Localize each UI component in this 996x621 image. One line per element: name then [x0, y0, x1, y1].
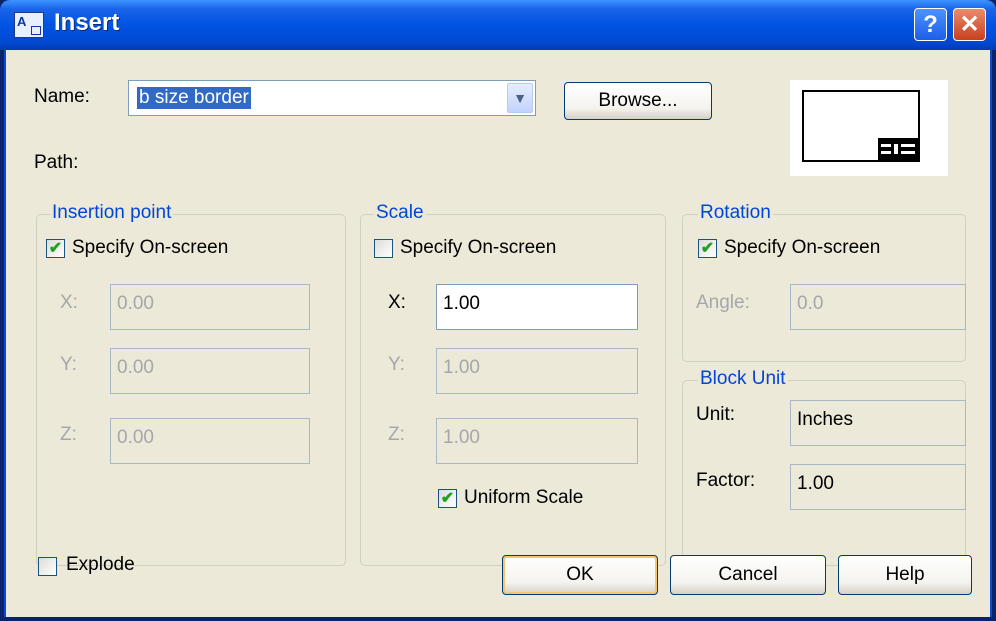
insertion-x-field[interactable]: 0.00	[110, 284, 310, 330]
insertion-y-field[interactable]: 0.00	[110, 348, 310, 394]
ok-button[interactable]: OK	[502, 555, 658, 595]
help-button[interactable]: Help	[838, 555, 972, 595]
window-title: Insert	[54, 9, 120, 36]
path-label: Path:	[34, 152, 79, 173]
name-value: b size border	[137, 87, 251, 109]
close-button[interactable]: ✕	[953, 8, 986, 41]
insertion-y-label: Y:	[60, 354, 77, 375]
scale-x-label: X:	[388, 292, 406, 313]
insertion-point-title: Insertion point	[50, 202, 174, 224]
scale-title: Scale	[374, 202, 426, 224]
insert-block-icon: A	[14, 12, 44, 38]
scale-specify-label: Specify On-screen	[400, 237, 557, 258]
factor-field: 1.00	[790, 464, 966, 510]
title-bar[interactable]: A Insert ? ✕	[0, 0, 996, 50]
chevron-down-icon[interactable]: ▼	[507, 83, 533, 113]
insert-dialog: A Insert ? ✕ Name: b size border ▼ Brows…	[0, 0, 996, 621]
explode-label: Explode	[66, 554, 135, 575]
factor-label: Factor:	[696, 470, 756, 491]
unit-field: Inches	[790, 400, 966, 446]
explode-checkbox[interactable]	[38, 557, 57, 576]
title-help-button[interactable]: ?	[914, 8, 947, 41]
preview-title-block	[878, 138, 918, 160]
uniform-scale-checkbox[interactable]: ✔	[438, 489, 457, 508]
scale-y-field[interactable]: 1.00	[436, 348, 638, 394]
angle-field[interactable]: 0.0	[790, 284, 966, 330]
insertion-z-field[interactable]: 0.00	[110, 418, 310, 464]
block-preview	[790, 80, 948, 176]
name-label: Name:	[34, 86, 90, 107]
rotation-specify-label: Specify On-screen	[724, 237, 881, 258]
scale-x-field[interactable]: 1.00	[436, 284, 638, 330]
scale-z-field[interactable]: 1.00	[436, 418, 638, 464]
block-unit-title: Block Unit	[698, 368, 788, 390]
rotation-specify-checkbox[interactable]: ✔	[698, 239, 717, 258]
name-combobox[interactable]: b size border ▼	[128, 80, 536, 116]
insertion-x-label: X:	[60, 292, 78, 313]
scale-z-label: Z:	[388, 424, 405, 445]
browse-button[interactable]: Browse...	[564, 82, 712, 120]
unit-label: Unit:	[696, 404, 736, 425]
rotation-title: Rotation	[698, 202, 773, 224]
scale-specify-checkbox[interactable]	[374, 239, 393, 258]
insertion-specify-label: Specify On-screen	[72, 237, 229, 258]
uniform-scale-label: Uniform Scale	[464, 487, 584, 508]
insertion-z-label: Z:	[60, 424, 77, 445]
dialog-body: Name: b size border ▼ Browse... Path: In…	[4, 50, 992, 617]
angle-label: Angle:	[696, 292, 750, 313]
insertion-specify-checkbox[interactable]: ✔	[46, 239, 65, 258]
scale-y-label: Y:	[388, 354, 405, 375]
cancel-button[interactable]: Cancel	[670, 555, 826, 595]
